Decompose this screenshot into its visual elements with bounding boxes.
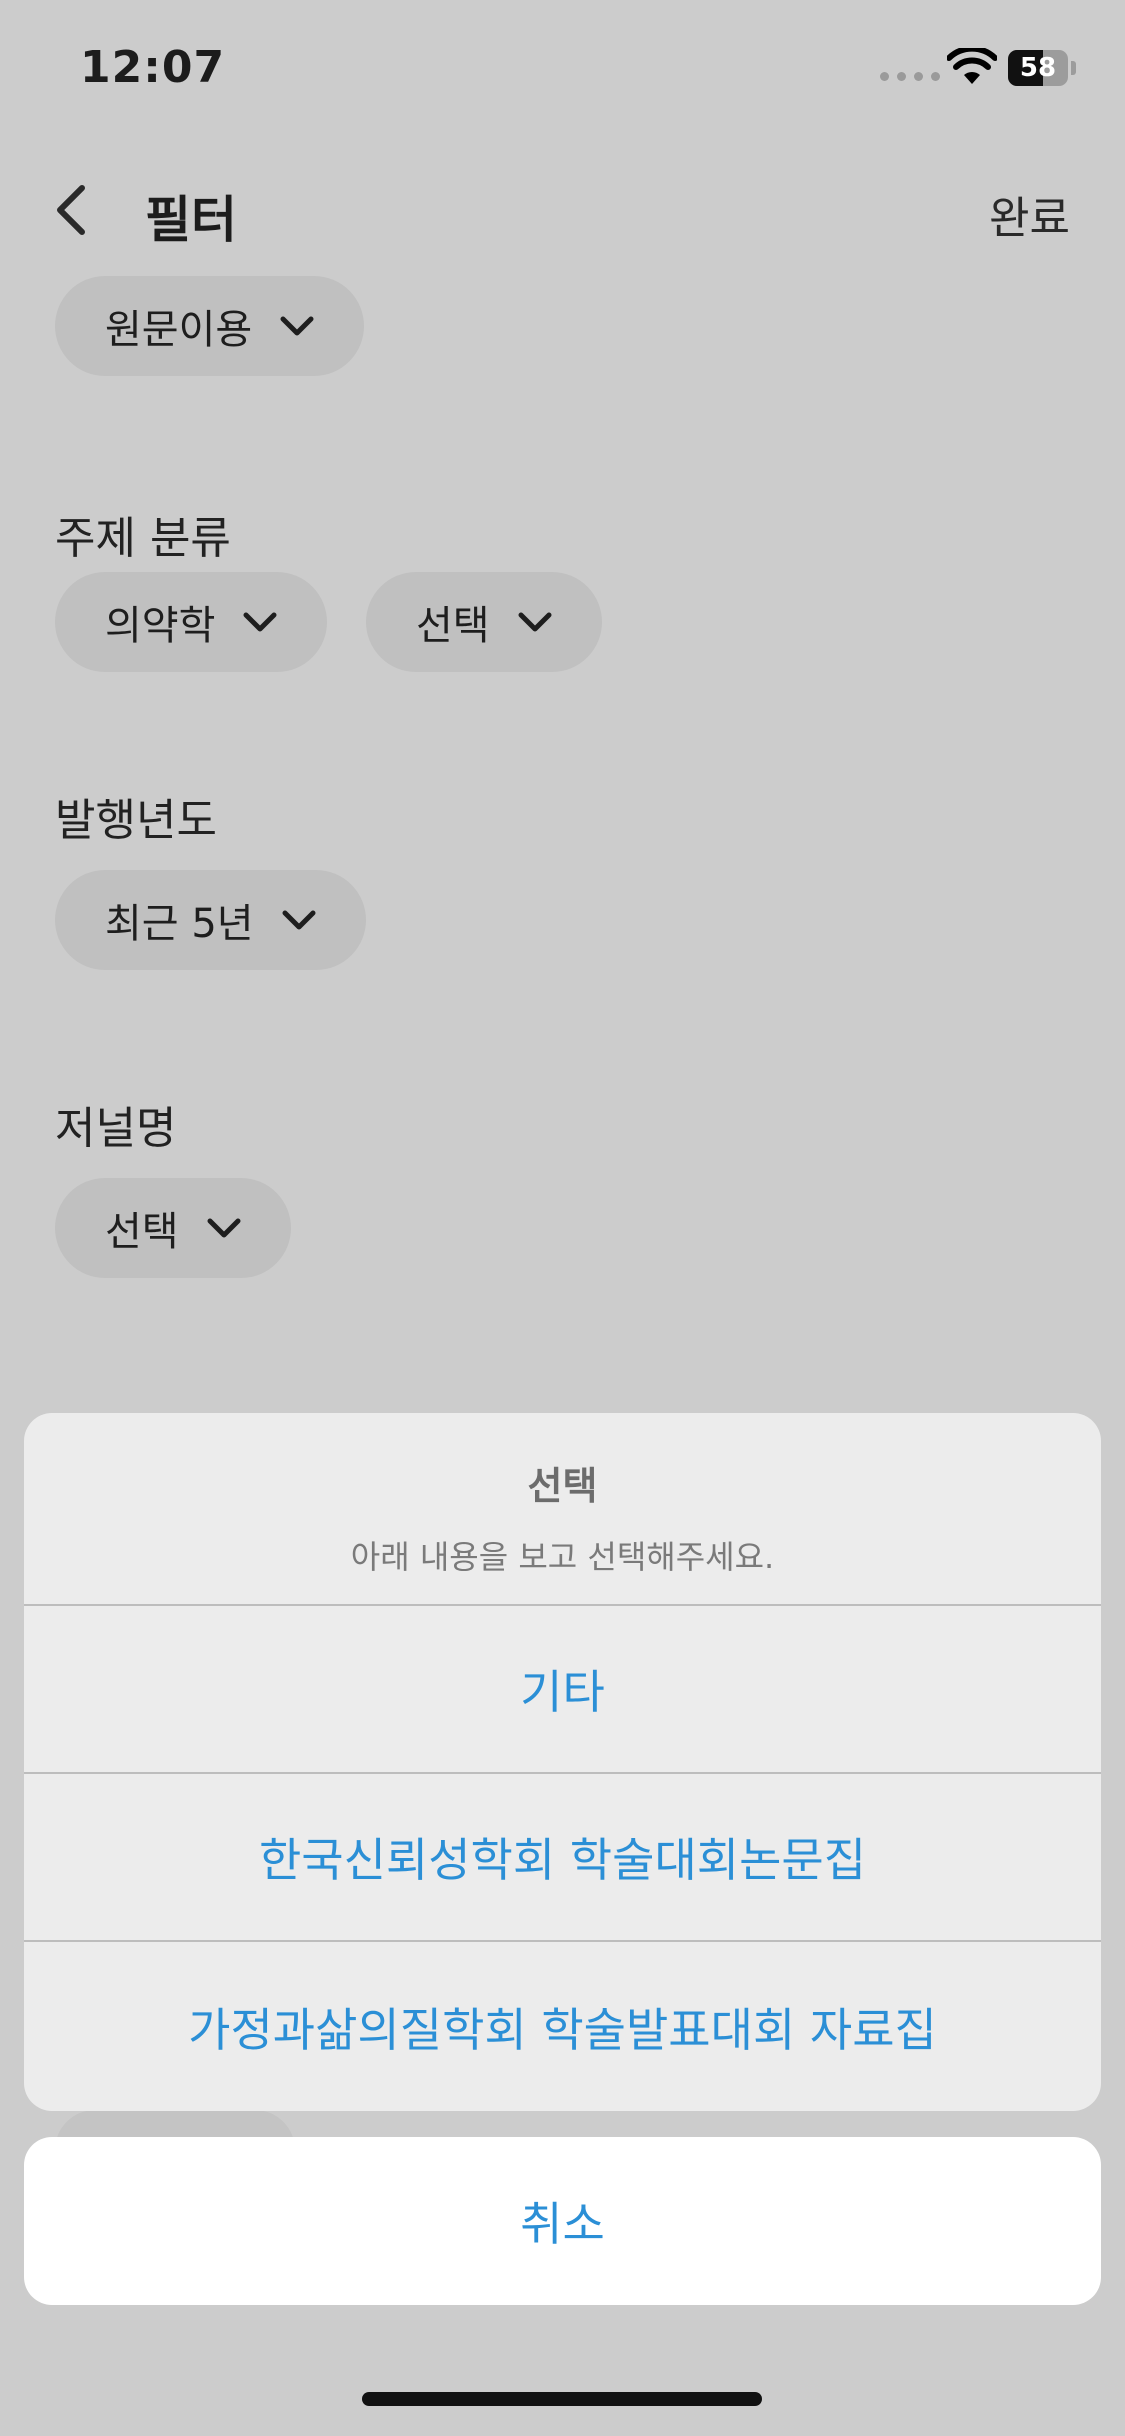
wifi-icon [947, 48, 997, 84]
subject-secondary-value: 선택 [416, 603, 490, 649]
journal-section-title: 저널명 [55, 1103, 177, 1154]
action-sheet-option[interactable]: 가정과삶의질학회 학술발표대회 자료집 [24, 1942, 1101, 2111]
battery-percent: 58 [1019, 53, 1057, 83]
action-sheet-option[interactable]: 한국신뢰성학회 학술대회논문집 [24, 1774, 1101, 1942]
year-section-title: 발행년도 [55, 795, 217, 846]
year-dropdown[interactable]: 최근 5년 [55, 870, 366, 970]
chevron-down-icon [518, 612, 552, 632]
cancel-button[interactable]: 취소 [24, 2137, 1101, 2305]
journal-dropdown[interactable]: 선택 [55, 1178, 291, 1278]
nav-bar: 필터 완료 [0, 160, 1125, 260]
action-sheet: 선택 아래 내용을 보고 선택해주세요. 기타 한국신뢰성학회 학술대회논문집 … [24, 1413, 1101, 2111]
done-button[interactable]: 완료 [989, 182, 1070, 246]
cellular-signal-icon [880, 72, 940, 81]
subject-section-title: 주제 분류 [55, 513, 231, 564]
subject-primary-dropdown[interactable]: 의약학 [55, 572, 328, 672]
chevron-down-icon [207, 1218, 241, 1238]
chevron-down-icon [280, 316, 314, 336]
action-sheet-title: 선택 [527, 1464, 598, 1508]
subject-secondary-dropdown[interactable]: 선택 [366, 572, 602, 672]
year-value: 최근 5년 [105, 901, 254, 947]
chevron-down-icon [243, 612, 277, 632]
status-time: 12:07 [80, 42, 226, 93]
original-use-dropdown[interactable]: 원문이용 [55, 276, 365, 376]
original-use-value: 원문이용 [105, 307, 253, 353]
page-title: 필터 [145, 191, 237, 249]
status-bar: 12:07 58 [0, 0, 1125, 140]
battery-icon: 58 [1008, 50, 1076, 86]
action-sheet-subtitle: 아래 내용을 보고 선택해주세요. [350, 1538, 775, 1576]
home-indicator [362, 2392, 762, 2406]
chevron-down-icon [282, 910, 316, 930]
chevron-left-icon[interactable] [52, 178, 92, 242]
subject-primary-value: 의약학 [105, 603, 216, 649]
action-sheet-header: 선택 아래 내용을 보고 선택해주세요. [24, 1413, 1101, 1606]
action-sheet-option[interactable]: 기타 [24, 1606, 1101, 1774]
journal-value: 선택 [105, 1209, 179, 1255]
